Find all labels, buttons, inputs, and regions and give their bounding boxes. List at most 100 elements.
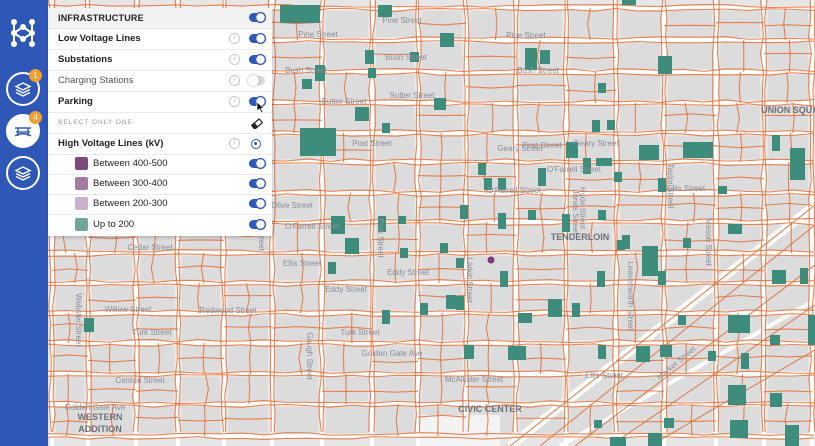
parking-lot[interactable] (728, 224, 742, 234)
parking-lot[interactable] (642, 246, 658, 276)
parking-lot[interactable] (398, 216, 406, 224)
parking-lot[interactable] (382, 310, 390, 324)
parking-lot[interactable] (365, 50, 374, 64)
info-icon[interactable]: i (229, 33, 240, 45)
parking-lot[interactable] (728, 385, 746, 405)
parking-lot[interactable] (538, 168, 546, 186)
parking-lot[interactable] (500, 271, 508, 287)
location-marker[interactable] (487, 256, 495, 264)
layer-row-substations[interactable]: Substations i (48, 50, 272, 71)
range-toggle[interactable] (249, 198, 266, 210)
range-row-200-300[interactable]: Between 200-300 (48, 194, 272, 215)
parking-lot[interactable] (400, 248, 408, 258)
parking-lot[interactable] (460, 205, 468, 219)
parking-lot[interactable] (498, 213, 506, 229)
parking-lot[interactable] (84, 318, 94, 332)
parking-lot[interactable] (617, 240, 625, 250)
parking-lot[interactable] (456, 296, 464, 310)
parking-lot[interactable] (368, 68, 376, 78)
layer-row-charging-stations[interactable]: Charging Stations i (48, 71, 272, 92)
info-icon[interactable]: i (229, 54, 240, 66)
parking-lot[interactable] (598, 345, 606, 359)
parking-lot[interactable] (280, 5, 320, 23)
parking-lot[interactable] (598, 83, 606, 93)
parking-lot[interactable] (741, 353, 749, 369)
parking-lot[interactable] (355, 107, 369, 121)
range-toggle[interactable] (249, 218, 266, 230)
range-row-300-400[interactable]: Between 300-400 (48, 174, 272, 195)
parking-lot[interactable] (434, 98, 446, 110)
range-row-400-500[interactable]: Between 400-500 (48, 154, 272, 175)
info-icon[interactable]: i (229, 138, 240, 150)
parking-lot[interactable] (456, 258, 464, 268)
parking-lot[interactable] (420, 303, 428, 315)
parking-lot[interactable] (800, 268, 808, 284)
parking-lot[interactable] (610, 437, 626, 446)
parking-lot[interactable] (478, 163, 486, 175)
eraser-icon[interactable] (251, 118, 263, 129)
parking-lot[interactable] (597, 271, 605, 287)
parking-lot[interactable] (664, 418, 674, 428)
parking-lot[interactable] (658, 56, 672, 74)
layers-button[interactable]: 1 (6, 69, 42, 106)
parking-lot[interactable] (622, 0, 636, 5)
parking-lot[interactable] (770, 393, 782, 407)
parking-lot[interactable] (683, 238, 691, 248)
parking-lot[interactable] (464, 345, 474, 359)
parking-lot[interactable] (683, 142, 713, 158)
parking-lot[interactable] (730, 420, 748, 438)
range-toggle[interactable] (249, 158, 266, 170)
parking-lot[interactable] (718, 186, 727, 194)
parking-lot[interactable] (345, 238, 359, 254)
high-voltage-radio[interactable] (251, 138, 261, 149)
parking-lot[interactable] (614, 172, 622, 182)
parking-lot[interactable] (660, 345, 672, 357)
parking-lot[interactable] (772, 135, 780, 151)
parking-lot[interactable] (446, 295, 456, 309)
infrastructure-button[interactable]: 4 (6, 111, 42, 148)
parking-lot[interactable] (728, 315, 750, 333)
parking-lot[interactable] (636, 346, 650, 362)
range-toggle[interactable] (249, 178, 266, 190)
parking-lot[interactable] (658, 271, 666, 285)
info-icon[interactable]: i (229, 75, 240, 87)
parking-lot[interactable] (562, 214, 570, 232)
parking-lot[interactable] (518, 313, 532, 323)
parking-lot[interactable] (648, 433, 662, 446)
range-row-up-to-200[interactable]: Up to 200 (48, 214, 272, 235)
app-logo[interactable] (7, 16, 39, 50)
parking-lot[interactable] (302, 79, 312, 89)
parking-lot[interactable] (382, 123, 390, 133)
parking-lot[interactable] (440, 33, 454, 47)
parking-lot[interactable] (639, 145, 659, 160)
parking-lot[interactable] (770, 335, 780, 345)
parking-lot[interactable] (785, 425, 799, 446)
parking-lot[interactable] (790, 148, 805, 180)
parking-lot[interactable] (594, 420, 602, 428)
info-icon[interactable]: i (229, 96, 240, 108)
parking-lot[interactable] (572, 303, 580, 317)
parking-lot[interactable] (528, 210, 536, 220)
parking-lot[interactable] (328, 262, 336, 274)
charging-stations-toggle[interactable] (248, 75, 265, 87)
parking-lot[interactable] (808, 315, 815, 345)
parking-lot[interactable] (658, 178, 666, 192)
parking-lot[interactable] (708, 351, 716, 361)
parking-lot[interactable] (678, 315, 686, 325)
parking-lot[interactable] (508, 346, 526, 360)
layer-row-parking[interactable]: Parking i (48, 92, 272, 114)
parking-lot[interactable] (548, 299, 562, 317)
low-voltage-toggle[interactable] (249, 33, 266, 45)
layer-row-high-voltage[interactable]: High Voltage Lines (kV) i (48, 134, 272, 155)
parking-lot[interactable] (598, 210, 606, 220)
parking-lot[interactable] (440, 243, 448, 253)
infrastructure-toggle[interactable] (249, 12, 266, 24)
parking-lot[interactable] (540, 50, 550, 64)
layer-row-low-voltage[interactable]: Low Voltage Lines i (48, 29, 272, 50)
parking-lot[interactable] (607, 120, 615, 130)
parking-lot[interactable] (592, 120, 600, 132)
substations-toggle[interactable] (249, 54, 266, 66)
base-layers-button[interactable] (6, 156, 40, 190)
parking-lot[interactable] (300, 128, 336, 156)
parking-lot[interactable] (772, 270, 786, 284)
